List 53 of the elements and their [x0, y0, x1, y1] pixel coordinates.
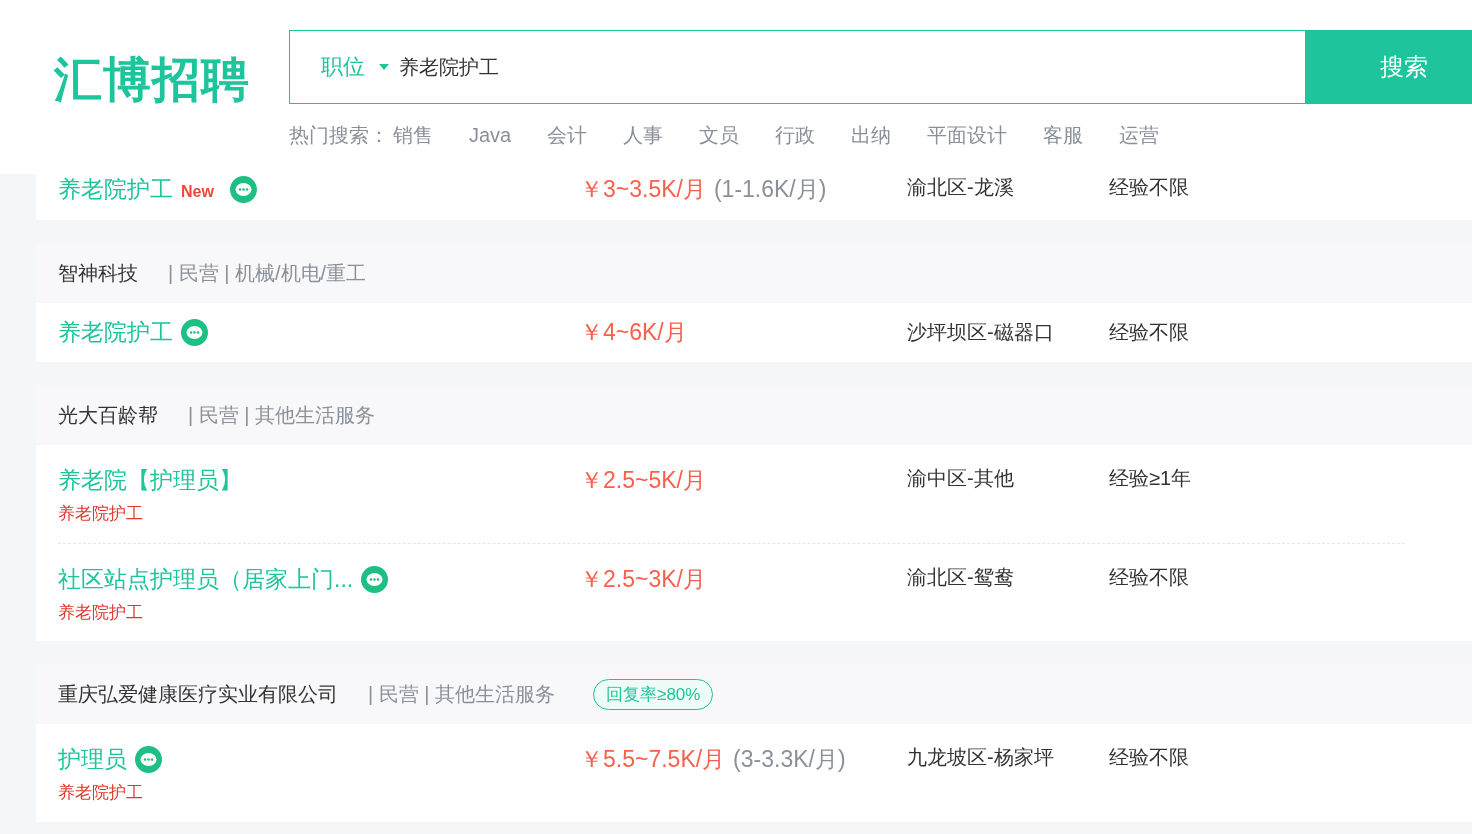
hot-search-link[interactable]: 人事	[623, 121, 664, 149]
job-tag: 养老院护工	[58, 502, 580, 525]
job-title-link[interactable]: 护理员	[58, 744, 127, 775]
salary: ￥5.5~7.5K/月	[580, 745, 726, 774]
caret-icon	[379, 64, 389, 70]
salary-note: (1-1.6K/月)	[713, 175, 827, 204]
logo[interactable]: 汇博招聘	[0, 30, 289, 104]
salary: ￥2.5~5K/月	[580, 466, 706, 495]
job-title-link[interactable]: 养老院护工	[58, 174, 173, 205]
search-button[interactable]: 搜索	[1305, 30, 1472, 104]
experience-requirement: 经验≥1年	[1109, 466, 1192, 491]
job-title-link[interactable]: 社区站点护理员（居家上门...	[58, 564, 354, 595]
job-tag: 养老院护工	[58, 781, 580, 804]
company-name[interactable]: 智神科技	[58, 259, 138, 287]
job-location: 渝北区-龙溪	[907, 175, 1015, 200]
job-location: 渝中区-其他	[907, 466, 1015, 491]
salary-note: (3-3.3K/月)	[733, 745, 846, 774]
job-location: 九龙坡区-杨家坪	[907, 745, 1055, 770]
hot-search-link[interactable]: 文员	[699, 121, 740, 149]
experience-requirement: 经验不限	[1109, 565, 1189, 590]
hot-search-link[interactable]: 出纳	[851, 121, 892, 149]
job-location: 渝北区-鸳鸯	[907, 565, 1015, 590]
chat-icon[interactable]	[229, 176, 257, 203]
company-name[interactable]: 光大百龄帮	[58, 401, 158, 429]
salary: ￥2.5~3K/月	[580, 565, 706, 594]
hot-search-link[interactable]: 行政	[775, 121, 816, 149]
job-location: 沙坪坝区-磁器口	[907, 320, 1055, 345]
hot-search-link[interactable]: 平面设计	[927, 121, 1008, 149]
search-field[interactable]: 职位 养老院护工	[289, 30, 1305, 104]
hot-search-link[interactable]: 销售	[393, 121, 433, 149]
chat-icon[interactable]	[361, 566, 389, 593]
company-info: | 民营 | 其他生活服务	[368, 681, 556, 707]
reply-rate-badge: 回复率≥80%	[593, 678, 714, 710]
hot-search-link[interactable]: 运营	[1119, 121, 1160, 149]
hot-search-label: 热门搜索：	[289, 122, 389, 148]
experience-requirement: 经验不限	[1109, 175, 1189, 200]
job-title-link[interactable]: 养老院护工	[58, 317, 173, 348]
salary: ￥3~3.5K/月	[580, 175, 706, 204]
hot-search-link[interactable]: 客服	[1043, 121, 1084, 149]
chat-icon[interactable]	[135, 746, 162, 773]
new-label: New	[181, 182, 214, 201]
chat-icon[interactable]	[181, 319, 208, 346]
experience-requirement: 经验不限	[1109, 745, 1189, 770]
company-info: | 民营 | 机械/机电/重工	[168, 260, 367, 286]
job-title-link[interactable]: 养老院【护理员】	[58, 465, 242, 496]
job-tag: 养老院护工	[58, 601, 580, 624]
category-dropdown[interactable]: 职位	[321, 52, 365, 82]
hot-search-link[interactable]: 会计	[547, 121, 588, 149]
company-name[interactable]: 重庆弘爱健康医疗实业有限公司	[58, 680, 338, 708]
experience-requirement: 经验不限	[1109, 320, 1189, 345]
salary: ￥4~6K/月	[580, 318, 687, 347]
hot-search-link[interactable]: Java	[469, 123, 512, 147]
company-info: | 民营 | 其他生活服务	[188, 402, 376, 428]
